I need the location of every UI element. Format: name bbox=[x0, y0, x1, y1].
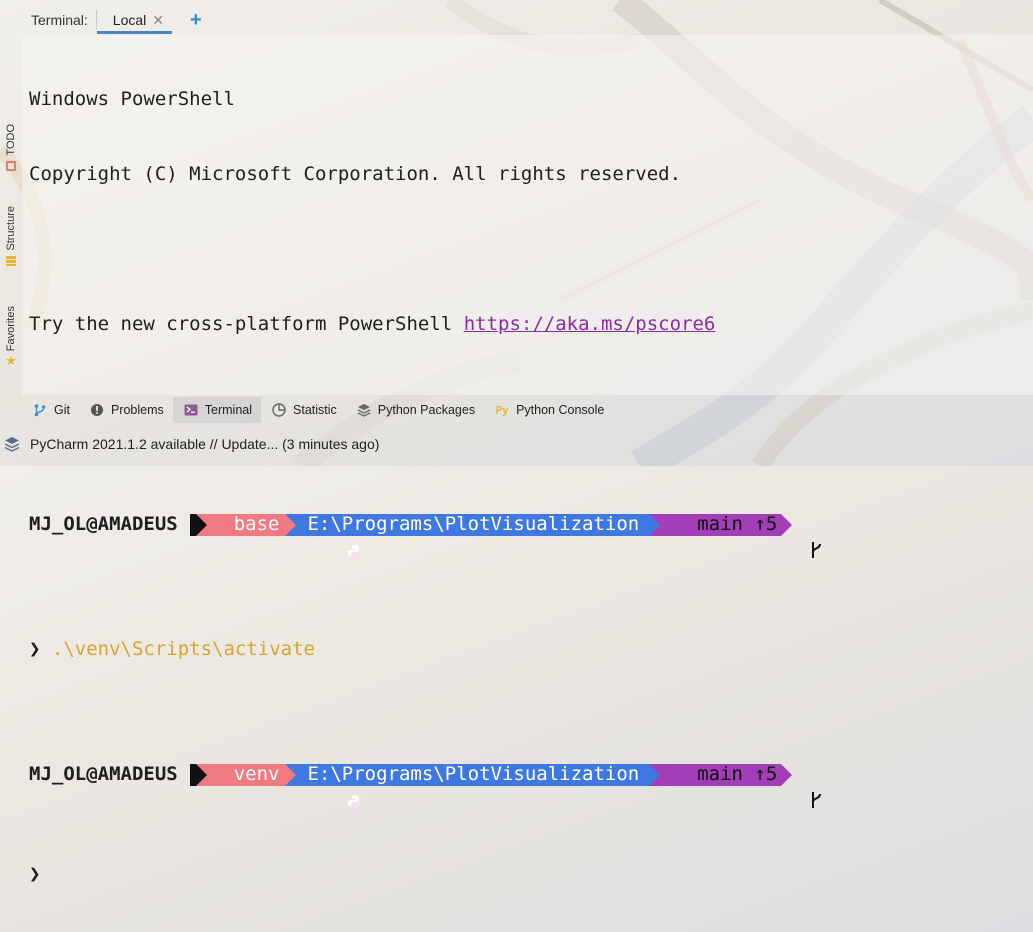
prompt-line: MJ_OL@AMADEUS venv E:\Programs\PlotVisua… bbox=[29, 762, 821, 809]
layers-icon[interactable] bbox=[4, 436, 20, 452]
todo-tab[interactable]: TODO bbox=[2, 124, 20, 172]
pscore-link[interactable]: https://aka.ms/pscore6 bbox=[464, 312, 716, 337]
cursor-line: ❯ bbox=[29, 862, 781, 887]
todo-icon bbox=[5, 160, 17, 172]
powerline-segments: base E:\Programs\PlotVisualization main … bbox=[189, 513, 821, 559]
try-text: Try the new cross-platform PowerShell bbox=[29, 313, 464, 335]
powerline-start bbox=[189, 513, 207, 536]
tool-window-git[interactable]: Git bbox=[22, 397, 79, 423]
git-branch-icon bbox=[671, 516, 821, 558]
git-segment: main ↑5 bbox=[649, 763, 821, 808]
env-segment: base bbox=[195, 513, 362, 559]
tool-window-bar: Git Problems Terminal Statistic Python P… bbox=[22, 397, 1033, 423]
tool-window-python-console[interactable]: Py Python Console bbox=[484, 397, 613, 423]
git-branch-icon bbox=[671, 766, 821, 808]
favorites-label: Favorites bbox=[5, 306, 17, 352]
try-line: Try the new cross-platform PowerShell ht… bbox=[29, 312, 781, 337]
problems-icon bbox=[90, 403, 104, 417]
prompt-user: MJ_OL@AMADEUS bbox=[29, 513, 178, 535]
path-segment: E:\Programs\PlotVisualization bbox=[285, 513, 661, 536]
tool-window-label: Terminal bbox=[204, 403, 253, 417]
path-text: E:\Programs\PlotVisualization bbox=[307, 513, 640, 535]
powerline-segments: venv E:\Programs\PlotVisualization main … bbox=[189, 763, 821, 809]
env-name: base bbox=[233, 513, 280, 535]
todo-label: TODO bbox=[5, 124, 17, 156]
prompt-user: MJ_OL@AMADEUS bbox=[29, 763, 178, 785]
tool-window-terminal[interactable]: Terminal bbox=[172, 397, 262, 423]
structure-tab[interactable]: Structure bbox=[2, 206, 20, 267]
prompt-line: MJ_OL@AMADEUS base E:\Programs\PlotVisua… bbox=[29, 512, 821, 559]
git-branch-icon bbox=[33, 403, 47, 417]
path-text: E:\Programs\PlotVisualization bbox=[307, 763, 640, 785]
update-notification[interactable]: PyCharm 2021.1.2 available // Update... … bbox=[30, 436, 379, 452]
tool-window-statistic[interactable]: Statistic bbox=[261, 397, 346, 423]
banner-line-1: Windows PowerShell bbox=[29, 88, 235, 110]
terminal-output[interactable]: Windows PowerShell Copyright (C) Microso… bbox=[22, 35, 1033, 885]
tool-window-label: Problems bbox=[110, 403, 164, 417]
path-segment: E:\Programs\PlotVisualization bbox=[285, 763, 661, 786]
tool-window-label: Git bbox=[54, 403, 70, 417]
env-segment: venv bbox=[195, 763, 362, 809]
powerline-start bbox=[189, 763, 207, 786]
tool-window-python-packages[interactable]: Python Packages bbox=[346, 397, 484, 423]
terminal-header-label: Terminal: bbox=[31, 12, 88, 28]
tool-window-label: Python Packages bbox=[377, 403, 476, 417]
tool-window-label: Statistic bbox=[293, 403, 337, 417]
close-icon[interactable]: ✕ bbox=[152, 12, 164, 29]
structure-icon bbox=[5, 255, 17, 267]
tab-local-label: Local bbox=[112, 12, 147, 28]
python-icon bbox=[210, 767, 362, 809]
statistic-icon bbox=[272, 403, 286, 417]
add-tab-icon[interactable]: + bbox=[190, 9, 202, 32]
terminal-icon bbox=[184, 403, 198, 417]
env-name: venv bbox=[233, 763, 280, 785]
structure-label: Structure bbox=[5, 206, 17, 251]
tool-window-problems[interactable]: Problems bbox=[79, 397, 173, 423]
left-tool-strip: TODO Structure Favorites ★ bbox=[0, 0, 22, 466]
prompt-arrow: ❯ bbox=[29, 863, 41, 885]
banner-line-2: Copyright (C) Microsoft Corporation. All… bbox=[29, 163, 682, 185]
command-line: ❯ .\venv\Scripts\activate bbox=[29, 637, 781, 662]
status-bar: PyCharm 2021.1.2 available // Update... … bbox=[0, 430, 1033, 458]
python-console-icon: Py bbox=[495, 403, 509, 417]
layers-icon bbox=[357, 403, 371, 417]
python-icon bbox=[210, 517, 362, 559]
tab-local[interactable]: Local ✕ bbox=[96, 6, 173, 34]
tool-window-label: Python Console bbox=[516, 403, 605, 417]
command-text: .\venv\Scripts\activate bbox=[40, 638, 315, 660]
branch-text: main ↑5 bbox=[697, 763, 778, 785]
prompt-arrow: ❯ bbox=[29, 638, 41, 660]
git-segment: main ↑5 bbox=[649, 513, 821, 558]
branch-text: main ↑5 bbox=[697, 513, 778, 535]
favorites-tab[interactable]: Favorites ★ bbox=[2, 306, 20, 369]
star-icon: ★ bbox=[5, 353, 17, 369]
terminal-tab-bar: Terminal: Local ✕ + bbox=[22, 6, 1033, 34]
